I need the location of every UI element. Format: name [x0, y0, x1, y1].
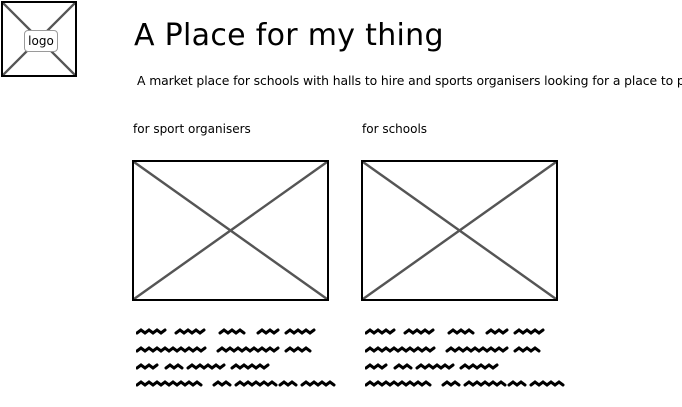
schools-image-placeholder	[361, 160, 558, 301]
image-placeholder-icon	[134, 162, 327, 299]
section-heading-sport-organisers: for sport organisers	[133, 122, 251, 136]
page-tagline: A market place for schools with halls to…	[137, 73, 682, 88]
schools-text-scribble	[365, 328, 565, 387]
logo-placeholder: logo	[1, 1, 77, 77]
sport-organisers-image-placeholder	[132, 160, 329, 301]
logo-label: logo	[24, 30, 58, 52]
section-heading-schools: for schools	[362, 122, 428, 136]
sport-organisers-text-scribble	[136, 328, 336, 387]
image-placeholder-icon	[363, 162, 556, 299]
page-title: A Place for my thing	[134, 18, 444, 53]
